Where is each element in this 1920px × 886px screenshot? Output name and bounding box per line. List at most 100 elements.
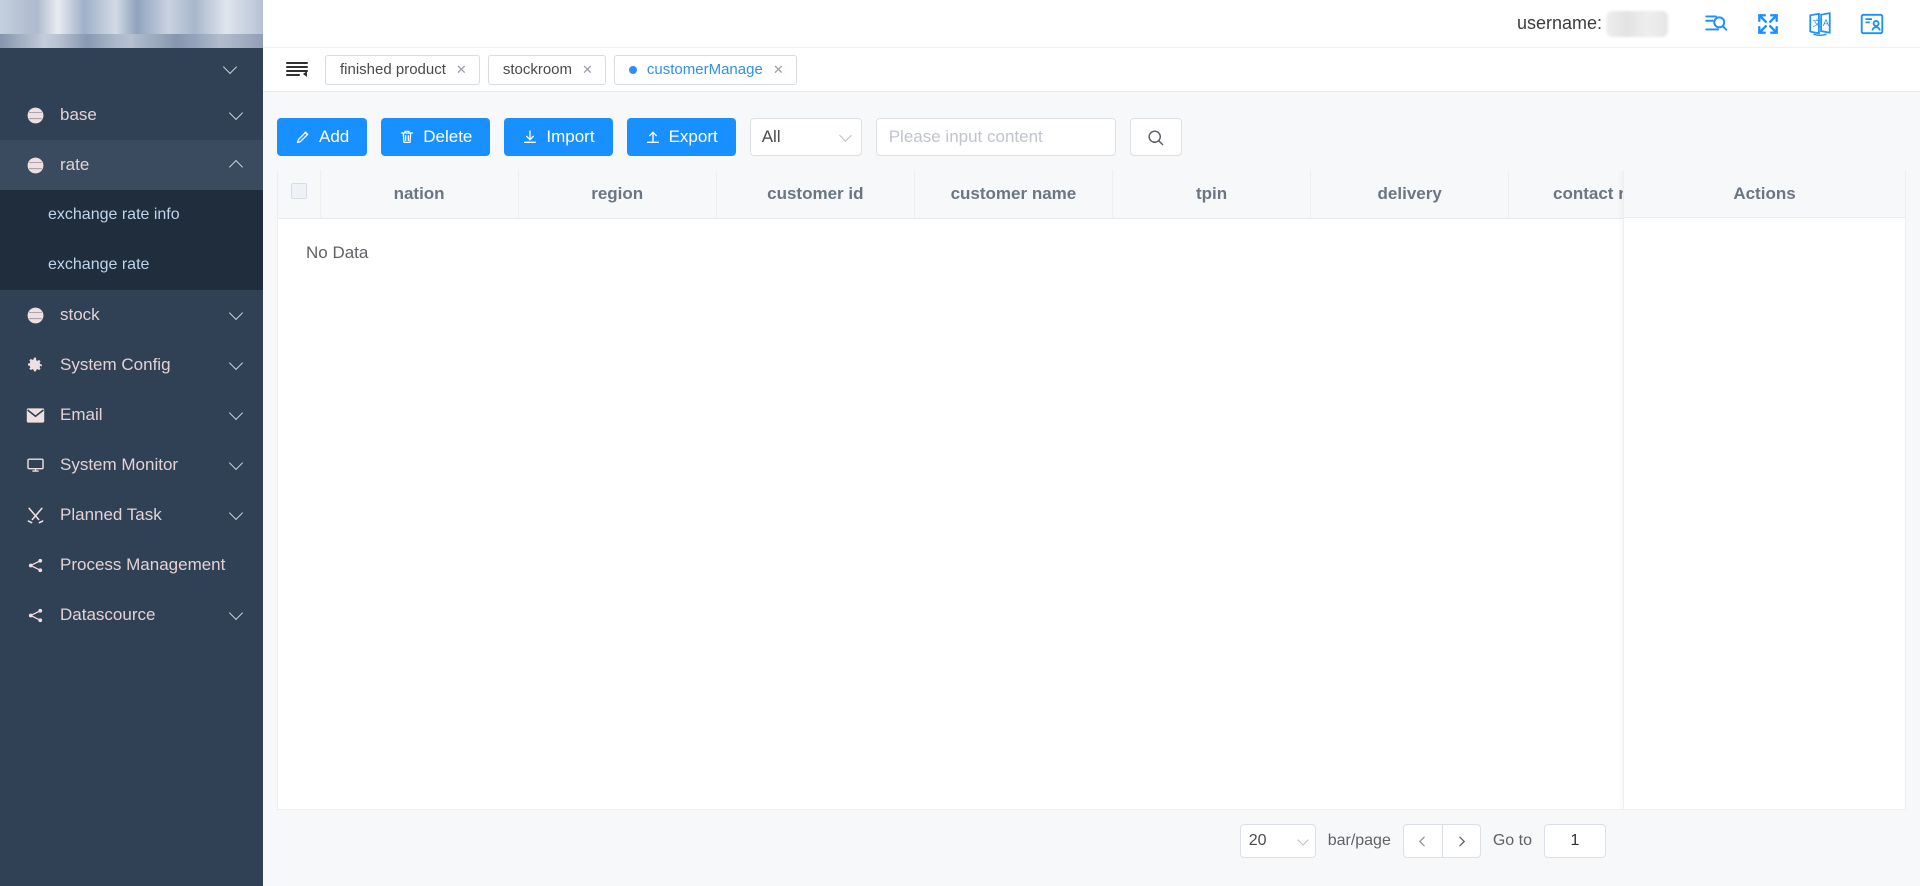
import-button[interactable]: Import [504, 118, 613, 156]
svg-text:文: 文 [1813, 17, 1822, 28]
share-nodes-icon [26, 606, 52, 625]
column-header-actions: Actions [1624, 170, 1905, 218]
svg-text:A: A [1823, 18, 1830, 28]
export-button[interactable]: Export [626, 118, 736, 156]
sidebar-item-planned-task[interactable]: Planned Task [0, 490, 263, 540]
search-doc-icon[interactable] [1690, 0, 1742, 48]
page-size-value: 20 [1248, 832, 1267, 849]
filter-select[interactable]: All [749, 118, 862, 156]
chevron-down-icon [1297, 833, 1309, 846]
page-size-label: bar/page [1327, 832, 1391, 849]
username-value-blurred [1606, 10, 1668, 37]
column-header-tpin[interactable]: tpin [1112, 170, 1312, 219]
pagination-bar: 20 bar/page Go to [277, 810, 1906, 872]
sidebar-item-rate[interactable]: rate [0, 140, 263, 190]
sidebar-item-label: Process Management [60, 555, 226, 574]
user-profile-icon[interactable] [1846, 0, 1898, 48]
select-all-checkbox[interactable] [290, 183, 307, 200]
chevron-down-icon [838, 128, 852, 142]
sidebar-item-stock[interactable]: stock [0, 290, 263, 340]
username-display: username: [1516, 10, 1668, 37]
close-icon[interactable]: ✕ [773, 63, 784, 76]
sidebar-item-system-config[interactable]: System Config [0, 340, 263, 390]
page-size-select[interactable]: 20 [1239, 824, 1316, 858]
export-button-label: Export [668, 127, 718, 146]
sidebar-item-label: System Config [60, 355, 171, 374]
sidebar-subitem-exchange-rate[interactable]: exchange rate [0, 240, 263, 290]
sidebar: base rate exchange rate info exchange ra… [0, 0, 263, 886]
close-icon[interactable]: ✕ [582, 63, 593, 76]
search-button[interactable] [1129, 118, 1182, 156]
action-toolbar: Add Delete Import Export All [277, 104, 1906, 170]
tools-icon [26, 506, 52, 525]
import-button-label: Import [546, 127, 595, 146]
username-label: username: [1516, 13, 1602, 33]
data-table-card: nation region customer id customer name … [277, 170, 1906, 810]
delete-button[interactable]: Delete [381, 118, 491, 156]
chevron-up-icon [228, 159, 244, 174]
actions-column-fixed: Actions [1623, 170, 1905, 809]
sidebar-logo-blurred [0, 0, 263, 48]
column-header-customer-id[interactable]: customer id [716, 170, 915, 219]
select-all-header [278, 170, 321, 219]
chevron-down-icon [228, 305, 244, 321]
menu-collapse-icon[interactable] [277, 48, 317, 92]
add-button[interactable]: Add [277, 118, 368, 156]
filter-select-value: All [761, 127, 781, 146]
chevron-down-icon [228, 455, 244, 471]
globe-icon [26, 106, 52, 125]
tab-label: stockroom [502, 61, 572, 78]
chevron-down-icon [228, 605, 244, 621]
top-header: username: 文 A [263, 0, 1920, 48]
chevron-down-icon [228, 505, 244, 521]
column-header-delivery[interactable]: delivery [1310, 170, 1510, 219]
tab-customer-manage[interactable]: customerManage ✕ [613, 54, 797, 85]
sidebar-item-email[interactable]: Email [0, 390, 263, 440]
sidebar-root-collapse-toggle[interactable] [0, 48, 263, 90]
sidebar-submenu-rate: exchange rate info exchange rate [0, 190, 263, 290]
globe-icon [26, 306, 52, 325]
sidebar-subitem-exchange-rate-info[interactable]: exchange rate info [0, 190, 263, 240]
prev-page-button[interactable] [1404, 825, 1442, 857]
close-icon[interactable]: ✕ [456, 63, 467, 76]
delete-button-label: Delete [423, 127, 473, 146]
gear-icon [26, 356, 52, 375]
sidebar-subitem-label: exchange rate info [48, 206, 180, 223]
chevron-down-icon [222, 59, 238, 75]
app-root: base rate exchange rate info exchange ra… [0, 0, 1920, 886]
globe-icon [26, 156, 52, 175]
sidebar-item-label: base [60, 105, 97, 124]
goto-page-input[interactable] [1544, 824, 1606, 858]
sidebar-subitem-label: exchange rate [48, 256, 150, 273]
active-dot-icon [628, 65, 637, 74]
tab-bar: finished product ✕ stockroom ✕ customerM… [263, 48, 1920, 92]
translate-icon[interactable]: 文 A [1794, 0, 1846, 48]
add-button-label: Add [319, 127, 350, 146]
next-page-button[interactable] [1441, 825, 1480, 857]
sidebar-item-process-management[interactable]: Process Management [0, 540, 263, 590]
sidebar-item-base[interactable]: base [0, 90, 263, 140]
column-header-nation[interactable]: nation [320, 170, 519, 219]
monitor-icon [26, 456, 52, 475]
content-area: Add Delete Import Export All Please inpu… [263, 92, 1920, 886]
tab-stockroom[interactable]: stockroom ✕ [487, 54, 606, 85]
sidebar-item-label: System Monitor [60, 455, 179, 474]
fullscreen-icon[interactable] [1742, 0, 1794, 48]
chevron-down-icon [228, 405, 244, 421]
tab-label: customerManage [646, 61, 763, 78]
search-input[interactable] [875, 118, 1116, 156]
goto-label: Go to [1492, 832, 1532, 849]
sidebar-item-label: Planned Task [60, 505, 162, 524]
pagination-arrows [1402, 824, 1481, 858]
chevron-down-icon [228, 105, 244, 121]
sidebar-item-system-monitor[interactable]: System Monitor [0, 440, 263, 490]
column-header-customer-name[interactable]: customer name [914, 170, 1114, 219]
mail-icon [26, 407, 52, 424]
column-header-region[interactable]: region [518, 170, 717, 219]
sidebar-item-label: Email [60, 405, 103, 424]
sidebar-item-label: stock [60, 305, 100, 324]
sidebar-item-datascource[interactable]: Datascource [0, 590, 263, 640]
sidebar-item-label: Datascource [60, 605, 156, 624]
tab-finished-product[interactable]: finished product ✕ [325, 54, 480, 85]
sidebar-item-label: rate [60, 155, 90, 174]
